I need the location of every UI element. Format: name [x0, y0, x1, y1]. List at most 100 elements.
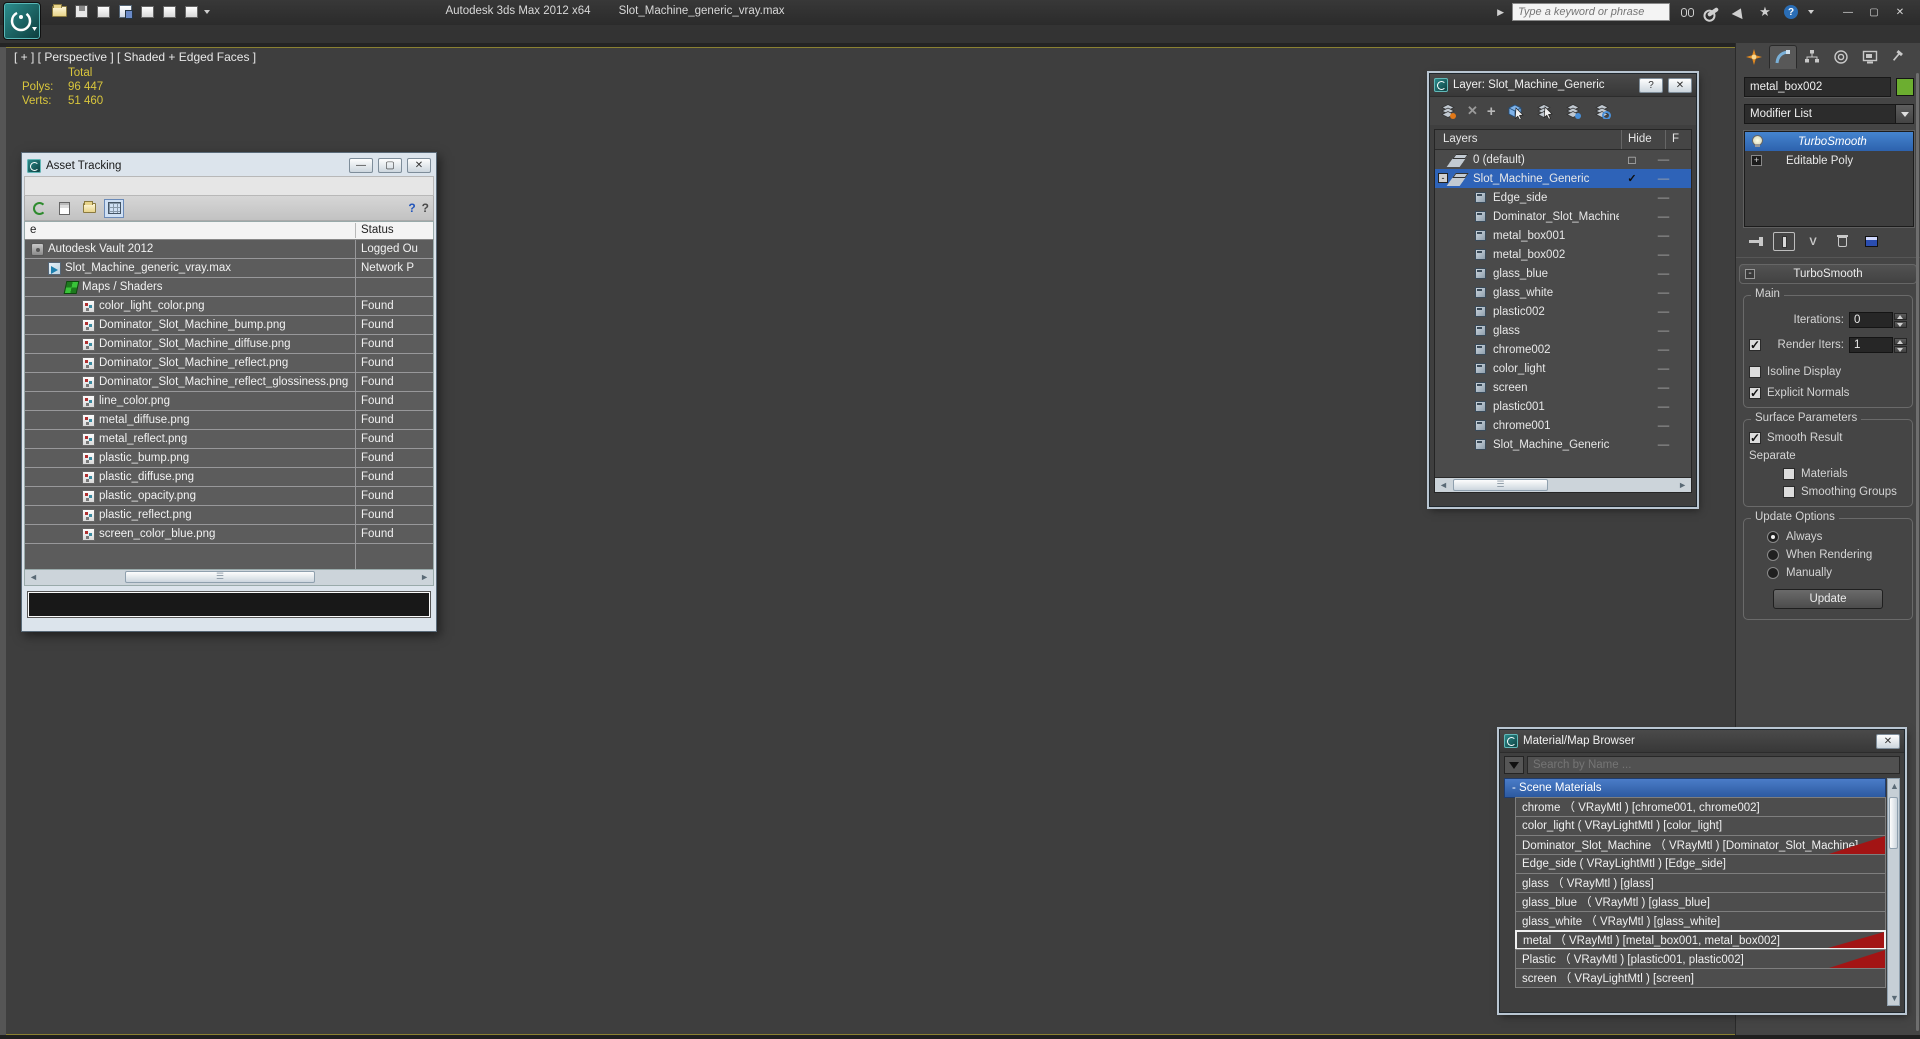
browser-options-dropdown-icon[interactable] [1504, 756, 1524, 774]
command-panel-scrollbar[interactable] [1916, 73, 1919, 1031]
material-row[interactable]: metal （ VRayMtl ) [metal_box001, metal_b… [1515, 930, 1886, 950]
menu-item[interactable] [94, 33, 116, 35]
material-row[interactable]: Dominator_Slot_Machine （ VRayMtl ) [Domi… [1515, 835, 1886, 855]
hide-toggle[interactable]: — [1645, 401, 1681, 413]
material-search-input[interactable] [1527, 756, 1900, 774]
spin-down-icon[interactable] [1894, 320, 1907, 328]
asset-table-row[interactable]: Dominator_Slot_Machine_reflect.png Found [25, 354, 433, 373]
close-button[interactable]: ✕ [1668, 77, 1692, 93]
object-color-swatch[interactable] [1896, 78, 1914, 96]
save-file-icon[interactable] [72, 3, 90, 20]
layer-row[interactable]: - chrome002 — [1435, 340, 1691, 359]
tab-utilities[interactable] [1885, 45, 1913, 69]
hide-toggle[interactable]: — [1645, 192, 1681, 204]
search-icon[interactable] [1678, 3, 1696, 21]
material-row[interactable]: glass_white （ VRayMtl ) [glass_white] [1515, 911, 1886, 931]
asset-table-row[interactable]: Maps / Shaders [25, 278, 433, 297]
menu-item[interactable] [73, 184, 89, 188]
materials-checkbox[interactable] [1783, 468, 1795, 480]
layer-row[interactable]: - glass_white — [1435, 283, 1691, 302]
layer-row[interactable]: - plastic001 — [1435, 397, 1691, 416]
collapse-icon[interactable]: - [1745, 269, 1755, 279]
scroll-left-arrow-icon[interactable]: ◄ [29, 572, 38, 582]
asset-table-row[interactable]: Dominator_Slot_Machine_diffuse.png Found [25, 335, 433, 354]
help-icon[interactable]: ? [1782, 3, 1800, 21]
modifier-stack-row[interactable]: Editable Poly [1745, 151, 1913, 170]
render-iters-spinner[interactable]: 1 [1849, 337, 1907, 353]
layer-properties-icon[interactable] [1592, 103, 1612, 119]
layer-row[interactable]: - glass — [1435, 321, 1691, 340]
report-view-icon[interactable] [54, 199, 74, 218]
hide-toggle[interactable]: — [1645, 344, 1681, 356]
add-selection-to-layer-icon[interactable]: + [1487, 103, 1496, 120]
menu-item[interactable] [25, 184, 41, 188]
menu-item[interactable] [334, 33, 356, 35]
layer-row[interactable]: - 0 (default) — [1435, 150, 1691, 169]
expand-toggle-icon[interactable]: - [1438, 173, 1448, 183]
turbosmooth-rollout-header[interactable]: - TurboSmooth [1739, 264, 1917, 284]
asset-status-textbox[interactable] [27, 591, 431, 618]
get-layer-from-selection-icon[interactable] [1563, 103, 1583, 119]
layer-row[interactable]: - Slot_Machine_Generic — [1435, 435, 1691, 454]
make-unique-icon[interactable]: V [1802, 232, 1824, 251]
menu-item[interactable] [57, 184, 73, 188]
create-new-layer-icon[interactable] [1438, 103, 1458, 119]
search-input[interactable] [1512, 3, 1670, 21]
current-layer-mark[interactable] [1619, 172, 1645, 185]
update-button[interactable]: Update [1773, 589, 1883, 609]
close-button[interactable]: ✕ [407, 158, 431, 173]
menu-item[interactable] [46, 33, 68, 35]
maximize-button[interactable]: ▢ [1862, 4, 1886, 21]
open-file-icon[interactable] [50, 3, 68, 20]
scrollbar-thumb[interactable] [125, 571, 315, 583]
asset-tracking-titlebar[interactable]: Asset Tracking — ▢ ✕ [24, 155, 434, 176]
hide-toggle[interactable]: — [1645, 306, 1681, 318]
tab-display[interactable] [1856, 45, 1884, 69]
spin-up-icon[interactable] [1894, 337, 1907, 345]
hide-toggle[interactable]: — [1645, 230, 1681, 242]
tab-motion[interactable] [1827, 45, 1855, 69]
render-iters-checkbox[interactable] [1749, 338, 1761, 352]
help-dropdown-icon[interactable] [1808, 10, 1814, 14]
hide-toggle[interactable]: — [1645, 382, 1681, 394]
asset-table-header[interactable]: e Status [24, 221, 434, 240]
asset-table-row[interactable]: Dominator_Slot_Machine_reflect_glossines… [25, 373, 433, 392]
close-button[interactable]: ✕ [1876, 733, 1900, 749]
layer-row[interactable]: - metal_box001 — [1435, 226, 1691, 245]
asset-table-row[interactable]: color_light_color.png Found [25, 297, 433, 316]
favorites-star-icon[interactable]: ★ [1756, 3, 1774, 21]
material-row[interactable]: Plastic （ VRayMtl ) [plastic001, plastic… [1515, 949, 1886, 969]
tab-hierarchy[interactable] [1798, 45, 1826, 69]
material-browser-titlebar[interactable]: Material/Map Browser ✕ [1500, 730, 1904, 753]
minimize-button[interactable]: — [349, 158, 373, 173]
configure-modifier-sets-icon[interactable] [1860, 232, 1882, 251]
menu-item[interactable] [142, 33, 164, 35]
layer-list-header[interactable]: Layers Hide F [1435, 130, 1691, 150]
hide-toggle[interactable]: — [1645, 154, 1681, 166]
asset-horizontal-scrollbar[interactable]: ◄ ► [24, 570, 434, 586]
hide-toggle[interactable]: — [1645, 439, 1681, 451]
asset-table-row[interactable]: screen_color_blue.png Found [25, 525, 433, 544]
tab-modify[interactable] [1769, 45, 1797, 69]
material-vertical-scrollbar[interactable]: ▲ ▼ [1887, 778, 1900, 1006]
menu-item[interactable] [41, 184, 57, 188]
key-icon[interactable] [1704, 3, 1722, 21]
layer-row[interactable]: - metal_box002 — [1435, 245, 1691, 264]
set-current-layer-icon[interactable] [1534, 103, 1554, 119]
layer-row[interactable]: - Edge_side — [1435, 188, 1691, 207]
hide-toggle[interactable]: — [1645, 325, 1681, 337]
menu-item[interactable] [286, 33, 308, 35]
show-end-result-icon[interactable] [1773, 232, 1795, 251]
layer-row[interactable]: - chrome001 — [1435, 416, 1691, 435]
smooth-result-checkbox[interactable] [1749, 431, 1761, 445]
manually-radio[interactable] [1767, 567, 1779, 579]
menu-item[interactable] [118, 33, 140, 35]
material-row[interactable]: glass （ VRayMtl ) [glass] [1515, 873, 1886, 893]
layer-row[interactable]: - plastic002 — [1435, 302, 1691, 321]
redo-icon[interactable] [160, 3, 178, 20]
asset-table-row[interactable]: line_color.png Found [25, 392, 433, 411]
asset-table-row[interactable]: Dominator_Slot_Machine_bump.png Found [25, 316, 433, 335]
search-expand-icon[interactable]: ▶ [1497, 7, 1504, 18]
scroll-left-arrow-icon[interactable]: ◄ [1439, 480, 1448, 490]
asset-table-row[interactable]: metal_reflect.png Found [25, 430, 433, 449]
